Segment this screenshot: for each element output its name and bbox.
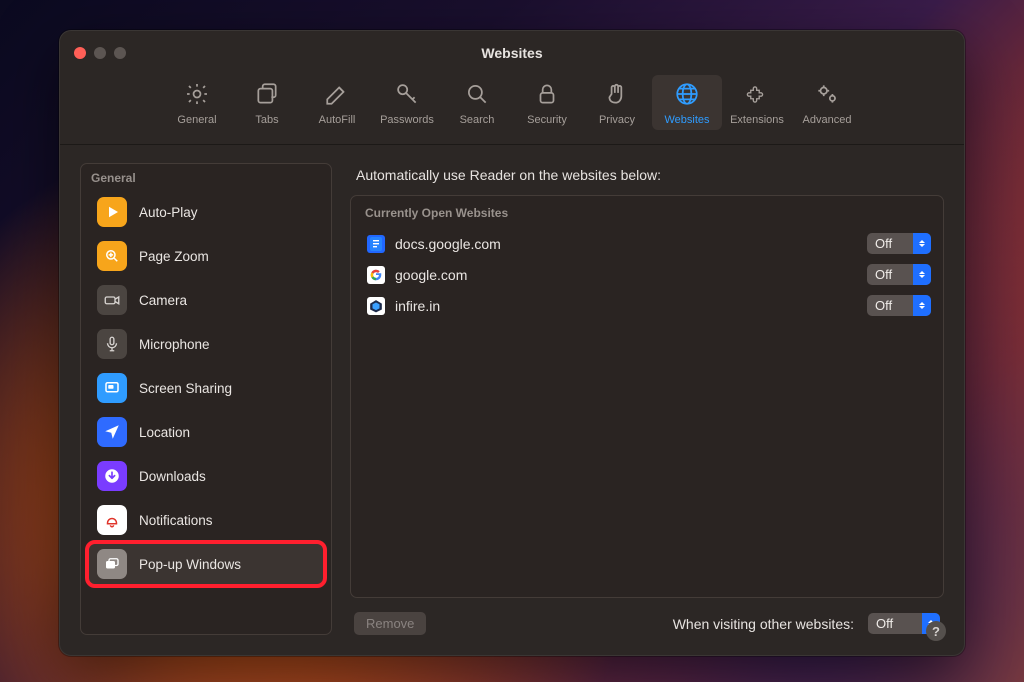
website-domain: docs.google.com: [395, 236, 857, 252]
website-row[interactable]: infire.in Off: [351, 290, 943, 321]
titlebar: Websites: [60, 31, 964, 75]
toolbar-passwords[interactable]: Passwords: [372, 75, 442, 130]
camera-icon: [97, 285, 127, 315]
sidebar-item-label: Pop-up Windows: [139, 557, 241, 572]
sidebar-item-camera[interactable]: Camera: [87, 278, 325, 322]
toolbar-advanced[interactable]: Advanced: [792, 75, 862, 130]
reader-select[interactable]: Off: [867, 233, 931, 254]
infire-favicon: [367, 297, 385, 315]
reader-select[interactable]: Off: [867, 295, 931, 316]
preferences-toolbar: General Tabs AutoFill Passwords Search S…: [60, 75, 964, 145]
chevron-updown-icon: [913, 233, 931, 254]
popup-icon: [97, 549, 127, 579]
main-panel: Automatically use Reader on the websites…: [350, 163, 944, 635]
website-domain: infire.in: [395, 298, 857, 314]
select-value: Off: [867, 267, 913, 282]
sidebar-item-microphone[interactable]: Microphone: [87, 322, 325, 366]
reader-select[interactable]: Off: [867, 264, 931, 285]
chevron-updown-icon: [913, 295, 931, 316]
remove-button[interactable]: Remove: [354, 612, 426, 635]
gear-icon: [184, 81, 210, 107]
sidebar-item-auto-play[interactable]: Auto-Play: [87, 190, 325, 234]
website-domain: google.com: [395, 267, 857, 283]
chevron-updown-icon: [913, 264, 931, 285]
content-area: General Auto-Play Page Zoom Camera Micro…: [60, 145, 964, 655]
minimize-window-button[interactable]: [94, 47, 106, 59]
sidebar-item-notifications[interactable]: Notifications: [87, 498, 325, 542]
toolbar-label: Extensions: [730, 114, 784, 126]
sidebar-item-label: Screen Sharing: [139, 381, 232, 396]
key-icon: [394, 81, 420, 107]
main-footer: Remove When visiting other websites: Off: [350, 598, 944, 635]
help-button[interactable]: ?: [926, 621, 946, 641]
toolbar-search[interactable]: Search: [442, 75, 512, 130]
sidebar-item-label: Location: [139, 425, 190, 440]
toolbar-label: Websites: [664, 114, 709, 126]
autofill-icon: [324, 81, 350, 107]
zoom-window-button[interactable]: [114, 47, 126, 59]
globe-icon: [674, 81, 700, 107]
list-subheader: Currently Open Websites: [351, 196, 943, 228]
toolbar-label: Search: [460, 114, 495, 126]
toolbar-label: Passwords: [380, 114, 434, 126]
toolbar-websites[interactable]: Websites: [652, 75, 722, 130]
zoom-icon: [97, 241, 127, 271]
sidebar-item-page-zoom[interactable]: Page Zoom: [87, 234, 325, 278]
toolbar-label: General: [177, 114, 216, 126]
puzzle-icon: [744, 81, 770, 107]
sidebar-item-location[interactable]: Location: [87, 410, 325, 454]
microphone-icon: [97, 329, 127, 359]
search-icon: [464, 81, 490, 107]
website-row[interactable]: docs.google.com Off: [351, 228, 943, 259]
sidebar-item-popup-windows[interactable]: Pop-up Windows: [87, 542, 325, 586]
sidebar-item-label: Downloads: [139, 469, 206, 484]
sidebar-item-screen-sharing[interactable]: Screen Sharing: [87, 366, 325, 410]
close-window-button[interactable]: [74, 47, 86, 59]
notifications-icon: [97, 505, 127, 535]
toolbar-extensions[interactable]: Extensions: [722, 75, 792, 130]
hand-icon: [604, 81, 630, 107]
window-title: Websites: [481, 45, 542, 61]
downloads-icon: [97, 461, 127, 491]
toolbar-label: Tabs: [255, 114, 278, 126]
sidebar-item-label: Microphone: [139, 337, 210, 352]
toolbar-privacy[interactable]: Privacy: [582, 75, 652, 130]
main-header: Automatically use Reader on the websites…: [350, 163, 944, 195]
toolbar-label: Security: [527, 114, 567, 126]
toolbar-general[interactable]: General: [162, 75, 232, 130]
google-favicon: [367, 266, 385, 284]
toolbar-security[interactable]: Security: [512, 75, 582, 130]
sidebar-item-label: Notifications: [139, 513, 213, 528]
sidebar-item-label: Page Zoom: [139, 249, 209, 264]
tabs-icon: [254, 81, 280, 107]
preferences-window: Websites General Tabs AutoFill Passwords…: [59, 30, 965, 656]
toolbar-tabs[interactable]: Tabs: [232, 75, 302, 130]
toolbar-label: Privacy: [599, 114, 635, 126]
gears-icon: [814, 81, 840, 107]
play-icon: [97, 197, 127, 227]
sidebar-item-downloads[interactable]: Downloads: [87, 454, 325, 498]
toolbar-label: AutoFill: [319, 114, 356, 126]
docs-favicon: [367, 235, 385, 253]
screen-sharing-icon: [97, 373, 127, 403]
select-value: Off: [867, 236, 913, 251]
sidebar-item-label: Camera: [139, 293, 187, 308]
window-controls: [74, 47, 126, 59]
lock-icon: [534, 81, 560, 107]
sidebar: General Auto-Play Page Zoom Camera Micro…: [80, 163, 332, 635]
select-value: Off: [867, 298, 913, 313]
website-row[interactable]: google.com Off: [351, 259, 943, 290]
toolbar-autofill[interactable]: AutoFill: [302, 75, 372, 130]
other-websites-label: When visiting other websites:: [673, 616, 854, 632]
select-value: Off: [868, 616, 922, 631]
sidebar-section-header: General: [81, 164, 331, 190]
sidebar-item-label: Auto-Play: [139, 205, 198, 220]
website-list: Currently Open Websites docs.google.com …: [350, 195, 944, 598]
toolbar-label: Advanced: [803, 114, 852, 126]
location-icon: [97, 417, 127, 447]
